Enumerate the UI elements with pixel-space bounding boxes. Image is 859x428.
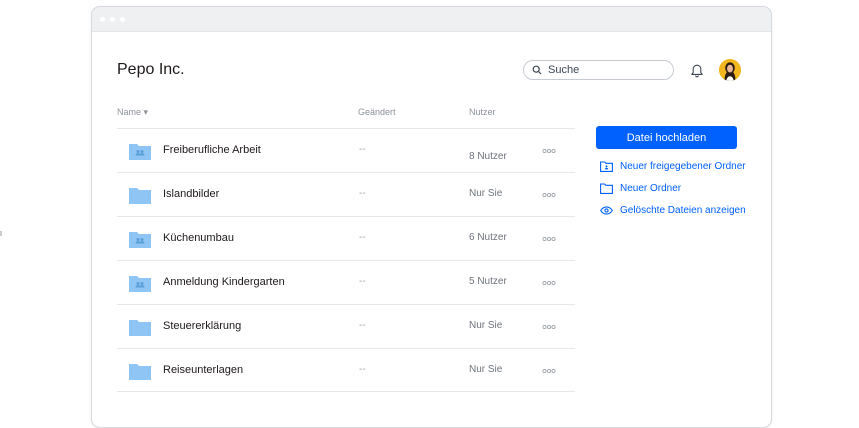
new-folder-label[interactable]: Neuer Ordner: [620, 183, 681, 194]
row-users: 5 Nutzer: [469, 276, 507, 287]
row-changed: --: [359, 188, 366, 199]
shared-folder-icon: [600, 161, 613, 172]
row-users: 6 Nutzer: [469, 232, 507, 243]
file-list: Freiberufliche Arbeit -- 8 Nutzer Island…: [117, 128, 575, 392]
page-title: Pepo Inc.: [117, 61, 185, 78]
table-row[interactable]: Anmeldung Kindergarten -- 5 Nutzer: [117, 260, 575, 304]
window-dot: [110, 16, 115, 22]
row-changed: --: [359, 144, 366, 155]
bell-icon[interactable]: [689, 63, 705, 79]
folder-icon: [129, 320, 151, 336]
row-name[interactable]: Islandbilder: [163, 188, 219, 200]
app-window: Pepo Inc. Name ▾ Geändert Nutzer: [91, 6, 772, 428]
row-changed: --: [359, 232, 366, 243]
row-name[interactable]: Reiseunterlagen: [163, 364, 243, 376]
column-header-changed[interactable]: Geändert: [358, 107, 396, 117]
eye-icon: [600, 206, 613, 215]
table-row[interactable]: Küchenumbau -- 6 Nutzer: [117, 216, 575, 260]
show-deleted-files-link[interactable]: Gelöschte Dateien anzeigen: [600, 205, 746, 216]
more-options-icon[interactable]: [542, 192, 556, 198]
shared-folder-icon: [129, 144, 151, 160]
row-changed: --: [359, 320, 366, 331]
row-users: 8 Nutzer: [469, 151, 507, 162]
column-header-users[interactable]: Nutzer: [469, 107, 496, 117]
row-name[interactable]: Küchenumbau: [163, 232, 234, 244]
folder-icon: [600, 183, 613, 194]
search-box[interactable]: [523, 60, 674, 80]
show-deleted-files-label[interactable]: Gelöschte Dateien anzeigen: [620, 205, 746, 216]
avatar[interactable]: [719, 59, 741, 81]
search-input[interactable]: [548, 64, 658, 76]
row-changed: --: [359, 276, 366, 287]
table-row[interactable]: Steuererklärung -- Nur Sie: [117, 304, 575, 348]
row-changed: --: [359, 364, 366, 375]
upload-file-button[interactable]: Datei hochladen: [596, 126, 737, 149]
more-options-icon[interactable]: [542, 324, 556, 330]
row-users: Nur Sie: [469, 320, 503, 331]
edge-marker: [0, 231, 2, 236]
new-shared-folder-link[interactable]: Neuer freigegebener Ordner: [600, 161, 746, 172]
table-row[interactable]: Freiberufliche Arbeit -- 8 Nutzer: [117, 128, 575, 172]
folder-icon: [129, 364, 151, 380]
more-options-icon[interactable]: [542, 368, 556, 374]
window-dot: [120, 16, 125, 22]
row-users: Nur Sie: [469, 188, 503, 199]
more-options-icon[interactable]: [542, 148, 556, 154]
window-titlebar: [92, 7, 771, 32]
shared-folder-icon: [129, 276, 151, 292]
table-row[interactable]: Islandbilder -- Nur Sie: [117, 172, 575, 216]
row-name[interactable]: Steuererklärung: [163, 320, 241, 332]
new-folder-link[interactable]: Neuer Ordner: [600, 183, 681, 194]
shared-folder-icon: [129, 232, 151, 248]
row-users: Nur Sie: [469, 364, 503, 375]
more-options-icon[interactable]: [542, 236, 556, 242]
folder-icon: [129, 188, 151, 204]
user-portrait-icon: [719, 59, 741, 81]
column-header-name[interactable]: Name ▾: [117, 107, 148, 118]
row-name[interactable]: Freiberufliche Arbeit: [163, 144, 261, 156]
table-row[interactable]: Reiseunterlagen -- Nur Sie: [117, 348, 575, 392]
search-icon: [532, 65, 542, 75]
more-options-icon[interactable]: [542, 280, 556, 286]
row-name[interactable]: Anmeldung Kindergarten: [163, 276, 285, 288]
window-dot: [100, 16, 105, 22]
new-shared-folder-label[interactable]: Neuer freigegebener Ordner: [620, 161, 746, 172]
